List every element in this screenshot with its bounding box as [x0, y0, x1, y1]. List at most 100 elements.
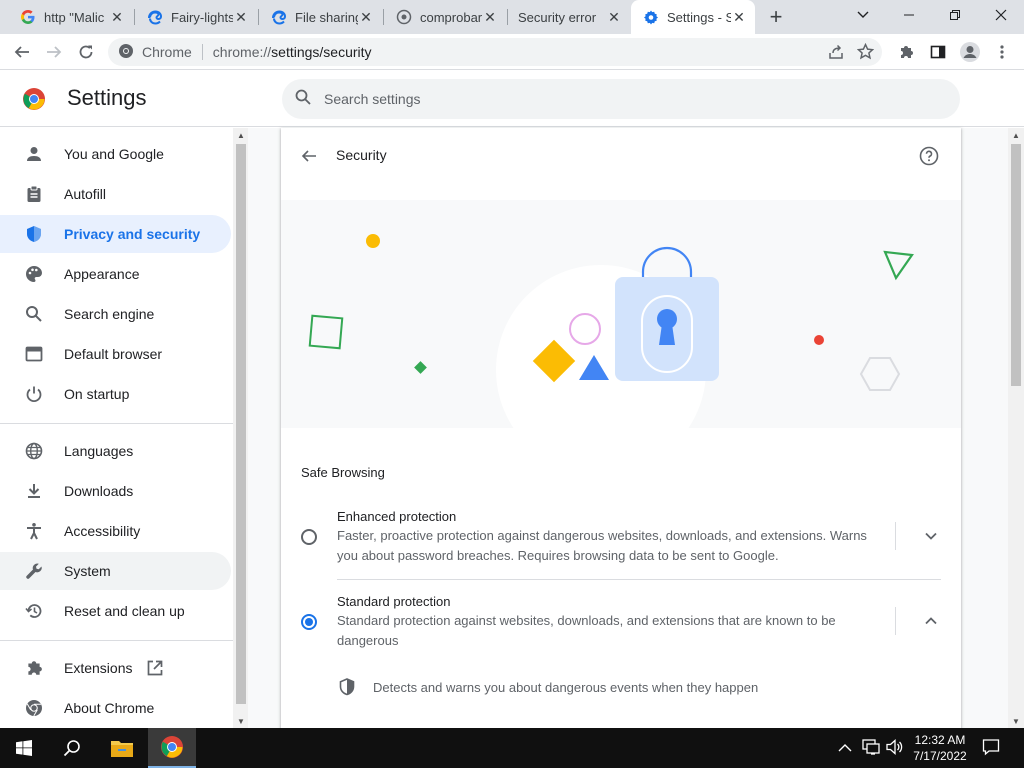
side-panel-icon[interactable] [924, 38, 952, 66]
radio-standard-protection[interactable] [301, 614, 317, 630]
clipboard-icon [24, 184, 44, 204]
profile-avatar-icon[interactable] [956, 38, 984, 66]
sidebar-item-label: Default browser [64, 346, 163, 362]
taskbar-search-icon[interactable] [48, 728, 96, 768]
url-text: chrome://settings/security [213, 44, 372, 60]
search-settings[interactable] [282, 79, 960, 119]
google-g-icon [20, 9, 36, 25]
tab-title: Fairy-lights [171, 9, 233, 25]
sidebar-item-accessibility[interactable]: Accessibility [0, 512, 231, 550]
sidebar-item-label: Appearance [64, 266, 140, 282]
notifications-icon[interactable] [982, 738, 1000, 761]
url-path: settings/security [271, 44, 372, 60]
main-scroll-thumb[interactable] [1011, 144, 1021, 386]
close-icon[interactable]: ✕ [233, 9, 249, 25]
accessibility-icon [24, 521, 44, 541]
browser-toolbar: Chrome chrome://settings/security [0, 34, 1024, 70]
settings-gear-icon [643, 9, 659, 25]
standard-protection-detail: Detects and warns you about dangerous ev… [337, 677, 758, 697]
scroll-up-arrow[interactable]: ▲ [233, 128, 249, 142]
edge-icon [147, 9, 163, 25]
windows-start-icon[interactable] [0, 728, 48, 768]
sidebar-scroll-thumb[interactable] [236, 144, 246, 704]
wrench-icon [24, 561, 44, 581]
scroll-down-arrow[interactable]: ▼ [233, 714, 249, 728]
extensions-puzzle-icon[interactable] [892, 38, 920, 66]
tab-5[interactable]: Security error ✕ [508, 0, 630, 34]
palette-icon [24, 264, 44, 284]
option-title: Standard protection [337, 594, 451, 609]
search-input[interactable] [324, 91, 924, 107]
tab-1[interactable]: http "Malic ✕ [8, 0, 133, 34]
sidebar-item-system[interactable]: System [0, 552, 231, 590]
tab-2[interactable]: Fairy-lights ✕ [135, 0, 257, 34]
option-description: Faster, proactive protection against dan… [337, 528, 867, 563]
sidebar-scrollbar[interactable]: ▲ ▼ [233, 128, 248, 728]
option-title: Enhanced protection [337, 509, 457, 524]
globe-icon [24, 441, 44, 461]
sidebar-item-privacy-and-security[interactable]: Privacy and security [0, 215, 231, 253]
radio-enhanced-protection[interactable] [301, 529, 317, 545]
sidebar-item-reset-and-clean-up[interactable]: Reset and clean up [0, 592, 231, 630]
taskbar-clock[interactable]: 12:32 AM 7/17/2022 [910, 732, 970, 764]
sidebar-item-downloads[interactable]: Downloads [0, 472, 231, 510]
address-bar[interactable]: Chrome chrome://settings/security [108, 38, 882, 66]
url-prefix: chrome:// [212, 44, 272, 60]
sidebar-item-languages[interactable]: Languages [0, 432, 231, 470]
tab-3[interactable]: File sharing ✕ [259, 0, 382, 34]
chevron-up-icon[interactable] [919, 609, 943, 633]
globe-icon [396, 9, 412, 25]
sidebar-item-you-and-google[interactable]: You and Google [0, 135, 231, 173]
help-icon[interactable] [917, 144, 941, 168]
sidebar-item-default-browser[interactable]: Default browser [0, 335, 231, 373]
tab-search-icon[interactable] [840, 0, 886, 30]
chevron-down-icon[interactable] [919, 524, 943, 548]
scroll-up-arrow[interactable]: ▲ [1008, 128, 1024, 142]
close-icon[interactable]: ✕ [606, 9, 622, 25]
close-icon[interactable]: ✕ [482, 9, 498, 25]
share-icon[interactable] [828, 44, 844, 63]
tab-title: comprobar [420, 9, 482, 25]
option-separator [337, 579, 941, 580]
network-icon[interactable] [862, 739, 880, 760]
close-icon[interactable]: ✕ [109, 9, 125, 25]
bookmark-star-icon[interactable] [856, 42, 875, 63]
sidebar-item-about-chrome[interactable]: About Chrome [0, 689, 231, 727]
back-icon[interactable] [8, 38, 36, 66]
reload-icon[interactable] [72, 38, 100, 66]
show-hidden-icons-chevron-icon[interactable] [838, 740, 852, 758]
restore-window-icon[interactable] [932, 0, 978, 30]
option-divider [895, 607, 896, 635]
open-in-new-icon [146, 659, 164, 677]
security-card: Security Safe Browsing Enhanced protecti… [281, 128, 961, 728]
tab-title: Settings - S [667, 9, 731, 25]
sidebar-item-extensions[interactable]: Extensions [0, 649, 231, 687]
sidebar-item-appearance[interactable]: Appearance [0, 255, 231, 293]
sidebar-item-on-startup[interactable]: On startup [0, 375, 231, 413]
scroll-down-arrow[interactable]: ▼ [1008, 714, 1024, 728]
tab-4[interactable]: comprobar ✕ [384, 0, 506, 34]
section-title-safe-browsing: Safe Browsing [301, 465, 385, 480]
minimize-icon[interactable] [886, 0, 932, 30]
close-icon[interactable]: ✕ [731, 9, 747, 25]
close-window-icon[interactable] [978, 0, 1024, 30]
main-scrollbar[interactable]: ▲ ▼ [1008, 128, 1024, 728]
option-enhanced-protection[interactable]: Enhanced protection Faster, proactive pr… [281, 498, 961, 578]
tab-settings[interactable]: Settings - S ✕ [631, 0, 755, 34]
back-arrow-icon[interactable] [297, 144, 321, 168]
clock-date: 7/17/2022 [913, 749, 967, 763]
close-icon[interactable]: ✕ [358, 9, 374, 25]
sidebar-item-label: Autofill [64, 186, 107, 202]
sidebar-item-autofill[interactable]: Autofill [0, 175, 231, 213]
volume-icon[interactable] [886, 739, 904, 760]
tab-title: http "Malic [44, 9, 105, 25]
file-explorer-icon[interactable] [98, 728, 146, 768]
new-tab-button[interactable]: + [763, 4, 789, 29]
tab-title: Security error [518, 9, 597, 25]
sidebar-item-search-engine[interactable]: Search engine [0, 295, 231, 333]
more-menu-icon[interactable] [988, 38, 1016, 66]
option-standard-protection[interactable]: Standard protection Standard protection … [281, 583, 961, 663]
chrome-taskbar-icon[interactable] [148, 728, 196, 768]
sidebar-divider [0, 423, 233, 424]
forward-icon[interactable] [40, 38, 68, 66]
